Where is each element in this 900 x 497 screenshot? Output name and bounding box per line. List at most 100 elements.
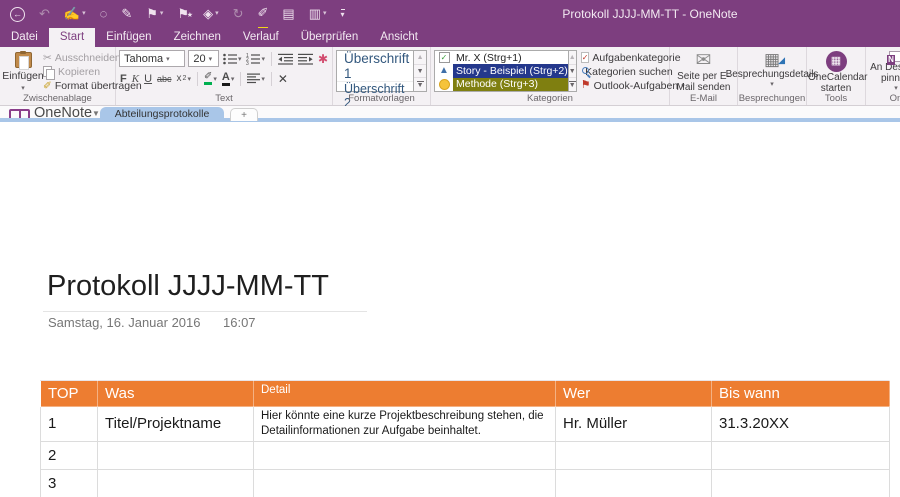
table-cell[interactable] [712,469,890,497]
table-cell[interactable]: 1 [41,407,98,442]
lightbulb-icon [439,79,450,90]
style-heading1[interactable]: Überschrift 1 [337,51,413,81]
page-canvas[interactable]: Protokoll JJJJ-MM-TT Samstag, 16. Januar… [0,122,900,497]
favorites-icon[interactable]: ▥▾ [309,0,327,28]
indent-button[interactable] [297,53,314,65]
flag-star-icon[interactable]: ⚑★ [177,0,189,28]
category-methode[interactable]: Methode (Strg+3) [435,78,568,91]
gallery-more-icon[interactable]: ▼ [569,78,576,91]
customize-qat-icon[interactable]: ▾ [341,9,345,19]
lasso-select-icon[interactable]: ◌ [100,0,108,28]
highlight-color-button[interactable]: ✐▾ [203,72,218,85]
clear-formatting-icon[interactable]: ✱ [317,52,329,66]
column-header-top[interactable]: TOP [41,381,98,407]
pin-to-desktop-button[interactable]: An Desktop pinnen ▾ [869,50,900,92]
table-row: 1Titel/ProjektnameHier könnte eine kurze… [41,407,890,442]
svg-text:3: 3 [246,61,249,65]
paragraph-alignment-button[interactable]: ▾ [246,73,266,84]
onecalendar-button[interactable]: ▦ OneCalendar starten [810,50,862,92]
paste-button[interactable]: Einfügen ▾ [3,50,43,92]
bold-button[interactable]: F [119,73,128,85]
table-cell[interactable]: 31.3.20XX [712,407,890,442]
task-category-button[interactable]: ✓ Aufgabenkategorie [581,51,673,64]
group-clipboard: Einfügen ▾ ✂ Ausschneiden Kopieren ✐ For… [0,47,116,105]
page-time[interactable]: 16:07 [223,315,256,330]
table-cell[interactable] [254,469,556,497]
tab-ansicht[interactable]: Ansicht [369,28,429,47]
table-cell[interactable] [712,441,890,469]
tab-datei[interactable]: Datei [0,28,49,47]
group-label-text: Text [116,93,332,104]
gallery-down-icon[interactable]: ▼ [414,65,426,79]
table-cell[interactable] [556,441,712,469]
underline-button[interactable]: U [143,73,153,85]
back-icon[interactable]: ← [10,7,25,22]
section-tab-abteilungsprotokolle[interactable]: Abteilungsprotokolle [100,107,224,122]
tab-ueberpruefen[interactable]: Überprüfen [290,28,370,47]
gallery-up-icon[interactable]: ▲ [414,51,426,65]
outdent-button[interactable] [277,53,294,65]
title-underline [43,311,367,312]
strikethrough-button[interactable]: abc [156,74,173,84]
find-tags-button[interactable]: Kategorien suchen [581,65,673,78]
titlebar: ← ↶ ✍▾ ◌ ✎ ⚑▾ ⚑★ ◈▾ ↻ ✐ ▤ ▥▾ ▾ Protokoll… [0,0,900,28]
column-header-was[interactable]: Was [98,381,254,407]
table-cell[interactable]: Hr. Müller [556,407,712,442]
flag-icon[interactable]: ⚑▾ [146,0,163,28]
table-cell[interactable]: 2 [41,441,98,469]
group-tools: ▦ OneCalendar starten Tools [807,47,866,105]
table-cell[interactable] [556,469,712,497]
gallery-down-icon[interactable]: ▼ [569,65,576,79]
side-panel-icon[interactable]: ▤ [282,0,294,28]
copy-icon [43,66,52,77]
font-size-combo[interactable]: 20▾ [188,50,219,67]
pen-mode-icon[interactable]: ✍▾ [64,0,86,28]
gallery-up-icon[interactable]: ▲ [569,51,576,65]
add-section-button[interactable]: + [230,108,258,121]
column-header-biswann[interactable]: Bis wann [712,381,890,407]
chevron-down-icon: ▾ [894,84,898,92]
bullet-list-button[interactable]: ▾ [222,53,243,65]
page-date[interactable]: Samstag, 16. Januar 2016 [48,315,201,330]
meeting-details-button[interactable]: ▦◢ Besprechungsdetails ▾ [741,50,803,92]
ribbon-tab-bar: Datei Start Einfügen Zeichnen Verlauf Üb… [0,28,900,47]
indent-icon [298,53,313,65]
onecalendar-icon: ▦ [826,51,847,72]
undo-icon[interactable]: ↶ [39,0,50,28]
group-label-meetings: Besprechungen [738,93,806,104]
chevron-down-icon: ▾ [770,80,774,88]
column-header-detail[interactable]: Detail [254,381,556,407]
tab-verlauf[interactable]: Verlauf [232,28,290,47]
gallery-more-icon[interactable]: ▼ [414,78,426,91]
table-cell[interactable] [98,441,254,469]
tab-einfuegen[interactable]: Einfügen [95,28,162,47]
window-title: Protokoll JJJJ-MM-TT - OneNote [500,0,800,28]
font-color-button[interactable]: A▾ [221,72,235,86]
table-cell[interactable]: Hier könnte eine kurze Projektbeschreibu… [254,407,556,442]
onenote-icon [889,51,900,62]
tag-icon[interactable]: ◈▾ [203,0,219,28]
table-cell[interactable] [98,469,254,497]
outlook-tasks-button[interactable]: ⚑ Outlook-Aufgaben ▾ [581,79,673,92]
font-name-combo[interactable]: Tahoma▾ [119,50,185,67]
category-story[interactable]: ▲ Story - Beispiel (Strg+2) [435,64,568,77]
pen-icon[interactable]: ✎ [121,0,132,28]
chevron-down-icon[interactable]: ▼ [92,109,100,118]
table-cell[interactable]: Titel/Projektname [98,407,254,442]
tab-start[interactable]: Start [49,28,95,47]
highlighter-icon[interactable]: ✐ [258,0,269,30]
table-cell[interactable]: 3 [41,469,98,497]
table-cell[interactable] [254,441,556,469]
subscript-button[interactable]: x2▾ [176,73,192,84]
delete-icon[interactable]: ✕ [277,72,289,86]
italic-button[interactable]: K [131,73,140,85]
numbered-list-button[interactable]: 123 ▾ [245,53,266,65]
page-title[interactable]: Protokoll JJJJ-MM-TT [47,270,329,303]
group-label-categories: Kategorien [431,93,669,104]
ribbon: Einfügen ▾ ✂ Ausschneiden Kopieren ✐ For… [0,47,900,106]
styles-gallery: Überschrift 1 Überschrift 2 [336,50,414,92]
tab-zeichnen[interactable]: Zeichnen [163,28,232,47]
column-header-wer[interactable]: Wer [556,381,712,407]
group-label-styles: Formatvorlagen [333,93,430,104]
category-mrx[interactable]: ✓ Mr. X (Strg+1) [435,51,568,64]
